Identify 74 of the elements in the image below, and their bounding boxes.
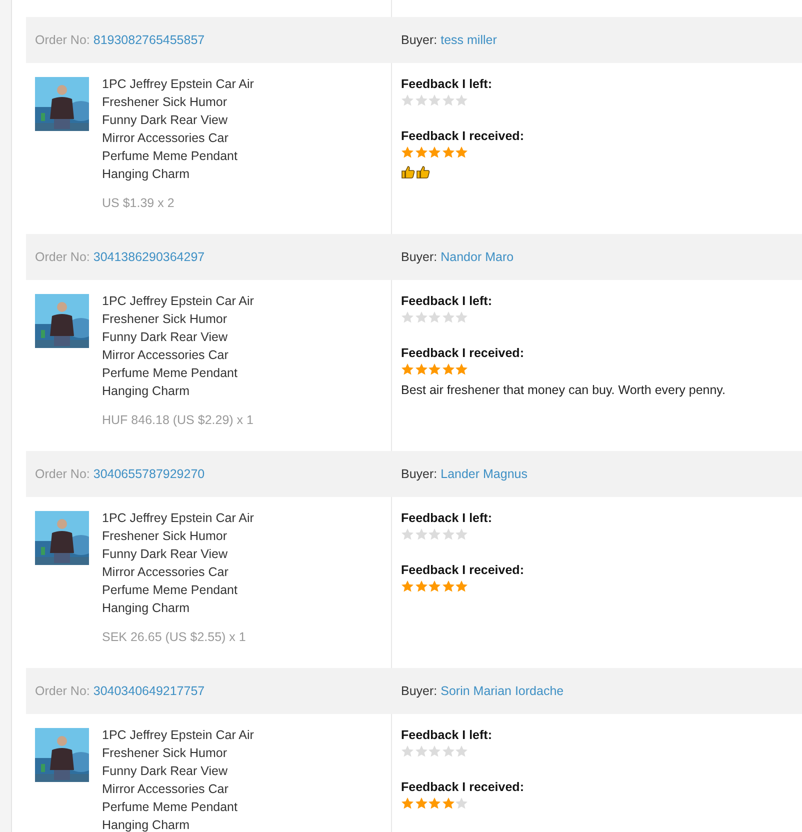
order-number-link[interactable]: 3041386290364297 [93, 250, 205, 264]
buyer-label: Buyer: [401, 33, 438, 47]
star-icon [428, 363, 441, 376]
star-icon [442, 528, 454, 541]
buyer-link[interactable]: Nandor Maro [440, 250, 514, 264]
star-icon [414, 797, 428, 810]
feedback-received-label: Feedback I received: [401, 780, 525, 794]
star-icon [428, 580, 441, 593]
star-icon [455, 311, 468, 324]
star-icon [401, 580, 414, 593]
star-icon [428, 528, 441, 541]
product-title[interactable]: 1PC Jeffrey Epstein Car Air Freshener Sick Humor Funny Dark Rear View Mirror Accessories Car Perfume Meme Pendant Hanging Charm [102, 75, 260, 183]
product-price: SEK 26.65 (US $2.55) x 1 [102, 630, 247, 644]
star-icon [455, 146, 468, 159]
product-title[interactable]: 1PC Jeffrey Epstein Car Air Freshener Sick Humor Funny Dark Rear View Mirror Accessories Car Perfume Meme Pendant Hanging Charm [102, 509, 260, 617]
order-number-link[interactable]: 8193082765455857 [93, 33, 205, 47]
thumbs-up-icon [416, 165, 430, 179]
star-icon [414, 146, 428, 159]
star-icon [428, 745, 441, 758]
feedback-left-label: Feedback I left: [401, 728, 493, 742]
product-title[interactable]: 1PC Jeffrey Epstein Car Air Freshener Sick Humor Funny Dark Rear View Mirror Accessories Car Perfume Meme Pendant Hanging Charm [102, 292, 260, 400]
order-number-link[interactable]: 3040340649217757 [93, 684, 205, 698]
star-icon [401, 528, 414, 541]
star-icon [401, 94, 414, 107]
star-icon [442, 797, 454, 810]
star-icon [401, 311, 414, 324]
star-icon [401, 146, 414, 159]
product-price: HUF 846.18 (US $2.29) x 1 [102, 413, 254, 427]
star-icon [455, 745, 468, 758]
star-icon [455, 580, 468, 593]
star-icon [455, 363, 468, 376]
feedback-comment: Best air freshener that money can buy. Worth every penny. [401, 383, 726, 397]
order-number-link[interactable]: 3040655787929270 [93, 467, 205, 481]
feedback-left-label: Feedback I left: [401, 77, 493, 91]
order-number-label: Order No: [35, 684, 90, 698]
star-icon [428, 311, 441, 324]
star-icon [442, 580, 454, 593]
feedback-received-label: Feedback I received: [401, 129, 525, 143]
order-number-label: Order No: [35, 33, 90, 47]
buyer-link[interactable]: Sorin Marian Iordache [440, 684, 564, 698]
order-number-label: Order No: [35, 250, 90, 264]
star-icon [442, 311, 454, 324]
star-icon [428, 146, 441, 159]
product-price: US $1.39 x 2 [102, 196, 176, 210]
feedback-received-label: Feedback I received: [401, 346, 525, 360]
star-icon [414, 311, 428, 324]
buyer-link[interactable]: tess miller [440, 33, 497, 47]
star-icon [414, 528, 428, 541]
star-icon [401, 797, 414, 810]
star-icon [455, 94, 468, 107]
buyer-label: Buyer: [401, 467, 438, 481]
star-icon [455, 528, 468, 541]
thumbs-up-icon [401, 165, 415, 179]
star-icon [401, 363, 414, 376]
buyer-label: Buyer: [401, 250, 438, 264]
product-title[interactable]: 1PC Jeffrey Epstein Car Air Freshener Sick Humor Funny Dark Rear View Mirror Accessories Car Perfume Meme Pendant Hanging Charm [102, 726, 260, 832]
buyer-link[interactable]: Lander Magnus [440, 467, 528, 481]
star-icon [414, 94, 428, 107]
star-icon [428, 797, 441, 810]
star-icon [455, 797, 468, 810]
star-icon [401, 745, 414, 758]
star-icon [428, 94, 441, 107]
order-number-label: Order No: [35, 467, 90, 481]
star-icon [414, 363, 428, 376]
star-icon [442, 146, 454, 159]
star-icon [442, 363, 454, 376]
star-icon [442, 745, 454, 758]
star-icon [442, 94, 454, 107]
feedback-left-label: Feedback I left: [401, 294, 493, 308]
buyer-label: Buyer: [401, 684, 438, 698]
star-icon [414, 745, 428, 758]
feedback-left-label: Feedback I left: [401, 511, 493, 525]
star-icon [414, 580, 428, 593]
feedback-received-label: Feedback I received: [401, 563, 525, 577]
